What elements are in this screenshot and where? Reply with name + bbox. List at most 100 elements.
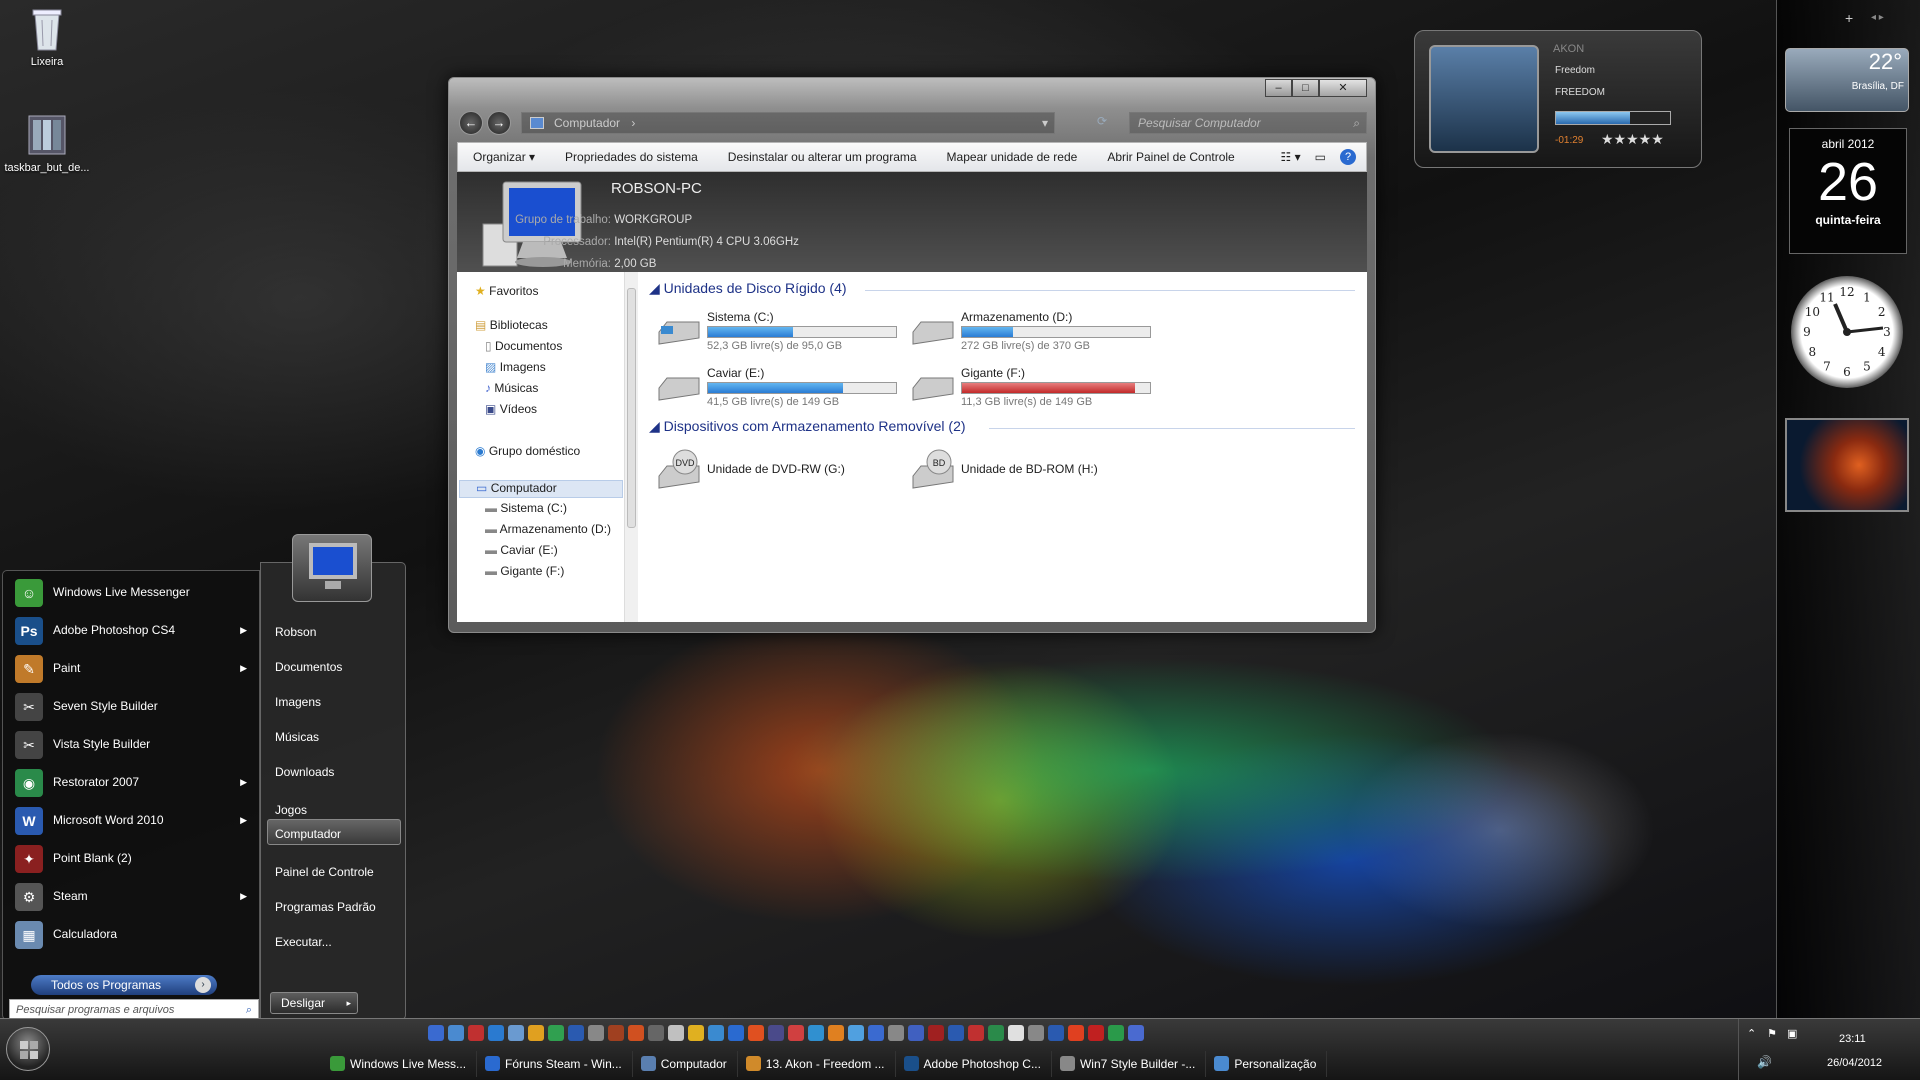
refresh-icon[interactable]: ⟳ [1097, 114, 1107, 128]
taskbar-task-button[interactable]: 13. Akon - Freedom ... [738, 1051, 896, 1077]
drive-e[interactable]: Caviar (E:) 41,5 GB livre(s) de 149 GB [653, 366, 903, 414]
nav-videos[interactable]: ▣ Vídeos [485, 402, 537, 416]
quick-launch-icon[interactable] [748, 1025, 764, 1041]
nav-libraries[interactable]: ▤ Bibliotecas [475, 318, 548, 332]
quick-launch-icon[interactable] [948, 1025, 964, 1041]
search-icon[interactable]: ⌕ [1353, 113, 1360, 133]
search-input[interactable]: Pesquisar Computador ⌕ [1129, 112, 1367, 134]
explorer-window[interactable]: – □ ✕ ← → Computador › ▾ ⟳ Pesquisar Com… [448, 77, 1376, 633]
start-documents[interactable]: Documentos [275, 660, 342, 674]
quick-launch-icon[interactable] [488, 1025, 504, 1041]
open-control-panel-button[interactable]: Abrir Painel de Controle [1092, 150, 1249, 164]
quick-launch-icon[interactable] [968, 1025, 984, 1041]
hdd-group-header[interactable]: ◢ Unidades de Disco Rígido (4) [649, 280, 847, 297]
nav-drive-e[interactable]: ▬ Caviar (E:) [485, 543, 558, 557]
start-program-item[interactable]: ☺ Windows Live Messenger [13, 577, 259, 609]
start-images[interactable]: Imagens [275, 695, 321, 709]
quick-launch-icon[interactable] [1128, 1025, 1144, 1041]
nav-homegroup[interactable]: ◉ Grupo doméstico [475, 444, 580, 458]
taskbar-task-button[interactable]: Windows Live Mess... [322, 1051, 478, 1077]
navigation-scrollbar[interactable] [624, 272, 638, 622]
start-program-item[interactable]: Ps Adobe Photoshop CS4 ▶ [13, 615, 259, 647]
drive-f[interactable]: Gigante (F:) 11,3 GB livre(s) de 149 GB [907, 366, 1157, 414]
system-properties-button[interactable]: Propriedades do sistema [550, 150, 713, 164]
add-gadget-icon[interactable]: + [1845, 10, 1853, 26]
quick-launch-icon[interactable] [548, 1025, 564, 1041]
help-icon[interactable]: ? [1340, 149, 1356, 165]
drive-d[interactable]: Armazenamento (D:) 272 GB livre(s) de 37… [907, 310, 1157, 358]
network-icon[interactable]: ▣ [1787, 1027, 1797, 1040]
quick-launch-icon[interactable] [468, 1025, 484, 1041]
start-program-item[interactable]: ▦ Calculadora [13, 919, 259, 951]
back-button[interactable]: ← [459, 111, 483, 135]
quick-launch-icon[interactable] [1068, 1025, 1084, 1041]
drive-c[interactable]: Sistema (C:) 52,3 GB livre(s) de 95,0 GB [653, 310, 903, 358]
maximize-button[interactable]: □ [1292, 79, 1319, 97]
media-rating[interactable]: ★★★★★ [1601, 131, 1664, 148]
drive-h-bd[interactable]: BD Unidade de BD-ROM (H:) [907, 448, 1157, 496]
weather-gadget[interactable]: 22° Brasília, DF [1785, 48, 1909, 112]
all-programs-button[interactable]: Todos os Programas › [31, 975, 217, 995]
taskbar-date[interactable]: 26/04/2012 [1827, 1057, 1882, 1069]
quick-launch-icon[interactable] [448, 1025, 464, 1041]
drive-g-dvd[interactable]: DVD Unidade de DVD-RW (G:) [653, 448, 903, 496]
quick-launch-icon[interactable] [428, 1025, 444, 1041]
submenu-arrow-icon[interactable]: ▶ [240, 653, 247, 683]
quick-launch-icon[interactable] [628, 1025, 644, 1041]
calendar-gadget[interactable]: abril 2012 26 quinta-feira [1789, 128, 1907, 254]
taskbar-time[interactable]: 23:11 [1839, 1033, 1866, 1045]
start-music[interactable]: Músicas [275, 730, 319, 744]
preview-pane-icon[interactable]: ▭ [1315, 150, 1326, 164]
taskbar-task-button[interactable]: Computador [633, 1051, 738, 1077]
slideshow-gadget[interactable] [1785, 418, 1909, 512]
start-downloads[interactable]: Downloads [275, 765, 334, 779]
quick-launch-icon[interactable] [608, 1025, 624, 1041]
quick-launch-icon[interactable] [1108, 1025, 1124, 1041]
quick-launch-icon[interactable] [728, 1025, 744, 1041]
removable-group-header[interactable]: ◢ Dispositivos com Armazenamento Removív… [649, 418, 966, 435]
minimize-button[interactable]: – [1265, 79, 1292, 97]
show-hidden-icons-icon[interactable]: ⌃ [1747, 1027, 1756, 1040]
quick-launch-icon[interactable] [588, 1025, 604, 1041]
desktop-icon-taskbar-file[interactable]: taskbar_but_de... [2, 112, 92, 174]
nav-images[interactable]: ▨ Imagens [485, 360, 546, 374]
address-dropdown-icon[interactable]: ▾ [1042, 113, 1048, 133]
submenu-arrow-icon[interactable]: ▶ [240, 881, 247, 911]
close-button[interactable]: ✕ [1319, 79, 1367, 97]
taskbar-task-button[interactable]: Win7 Style Builder -... [1052, 1051, 1207, 1077]
nav-drive-d[interactable]: ▬ Armazenamento (D:) [485, 522, 611, 536]
start-program-item[interactable]: ✂ Seven Style Builder [13, 691, 259, 723]
start-program-item[interactable]: ✂ Vista Style Builder [13, 729, 259, 761]
quick-launch-icon[interactable] [908, 1025, 924, 1041]
nav-drive-c[interactable]: ▬ Sistema (C:) [485, 501, 567, 515]
start-button[interactable] [6, 1027, 50, 1071]
uninstall-program-button[interactable]: Desinstalar ou alterar um programa [713, 150, 932, 164]
start-default-programs[interactable]: Programas Padrão [275, 900, 376, 914]
quick-launch-icon[interactable] [808, 1025, 824, 1041]
desktop-icon-recycle-bin[interactable]: Lixeira [2, 6, 92, 68]
start-program-item[interactable]: ✦ Point Blank (2) [13, 843, 259, 875]
taskbar-task-button[interactable]: Fóruns Steam - Win... [477, 1051, 633, 1077]
nav-music[interactable]: ♪ Músicas [485, 381, 538, 395]
quick-launch-icon[interactable] [708, 1025, 724, 1041]
shutdown-arrow-icon[interactable]: ▸ [346, 993, 351, 1013]
start-program-item[interactable]: ◉ Restorator 2007 ▶ [13, 767, 259, 799]
address-bar[interactable]: Computador › ▾ [521, 112, 1055, 134]
taskbar-task-button[interactable]: Adobe Photoshop C... [896, 1051, 1052, 1077]
forward-button[interactable]: → [487, 111, 511, 135]
quick-launch-icon[interactable] [508, 1025, 524, 1041]
quick-launch-icon[interactable] [1088, 1025, 1104, 1041]
start-user-robson[interactable]: Robson [275, 625, 316, 639]
start-control-panel[interactable]: Painel de Controle [275, 865, 374, 879]
start-program-item[interactable]: ✎ Paint ▶ [13, 653, 259, 685]
action-center-icon[interactable]: ⚑ [1767, 1027, 1777, 1040]
quick-launch-icon[interactable] [568, 1025, 584, 1041]
quick-launch-icon[interactable] [768, 1025, 784, 1041]
quick-launch-icon[interactable] [788, 1025, 804, 1041]
nav-documents[interactable]: ▯ Documentos [485, 339, 562, 353]
quick-launch-icon[interactable] [868, 1025, 884, 1041]
submenu-arrow-icon[interactable]: ▶ [240, 767, 247, 797]
start-computer[interactable]: Computador [275, 827, 341, 841]
media-player-gadget[interactable]: AKON Freedom FREEDOM -01:29 ★★★★★ [1414, 30, 1702, 168]
start-program-item[interactable]: W Microsoft Word 2010 ▶ [13, 805, 259, 837]
